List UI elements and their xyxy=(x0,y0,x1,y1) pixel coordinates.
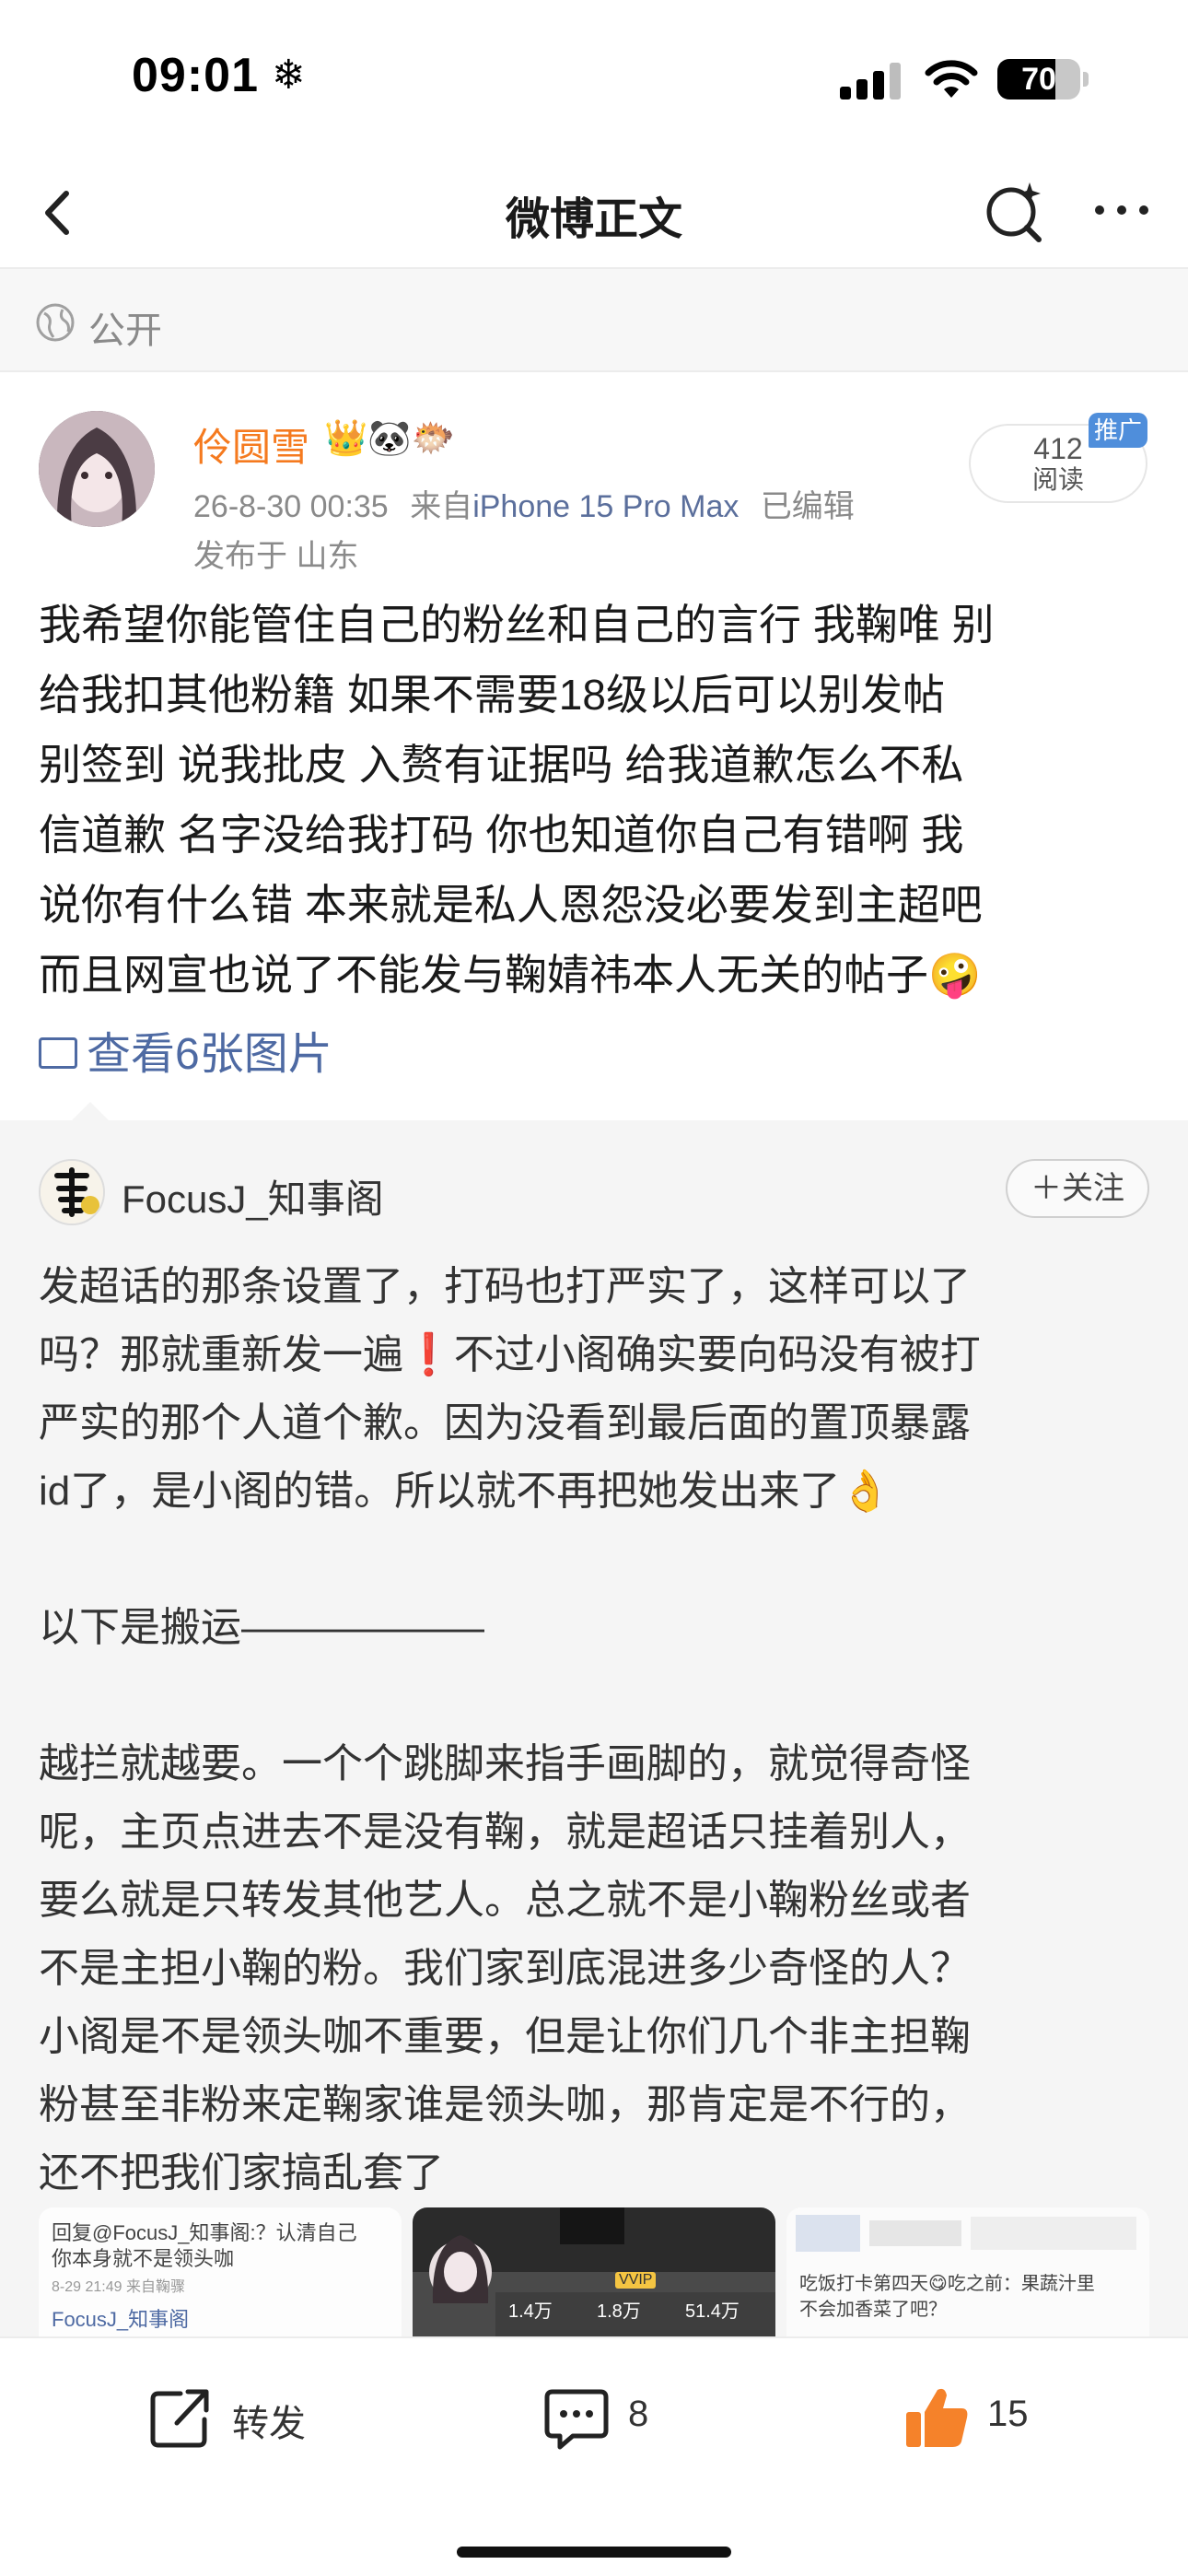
repost-thumbnail-2[interactable]: 1.4万 1.8万 51.4万 VVIP xyxy=(413,2207,775,2336)
author-badges[interactable]: 👑🐼🐡 xyxy=(324,418,455,459)
repost-text: 发超话的那条设置了，打码也打严实了，这样可以了 吗？那就重新发一遍❗️不过小阁确… xyxy=(39,1264,981,2195)
thumb3-blurred-header xyxy=(796,2215,1136,2252)
view-images-link[interactable]: 查看6张图片 xyxy=(39,1017,332,1082)
repost-label: 转发 xyxy=(232,2404,306,2444)
status-bar: 09:01 ❄ 70 xyxy=(0,0,1188,157)
snowflake-icon: ❄ xyxy=(272,53,306,98)
home-indicator[interactable] xyxy=(457,2547,731,2558)
thumb2-stat-3: 51.4万 xyxy=(685,2301,740,2322)
thumb2-stat-2: 1.8万 xyxy=(597,2301,641,2322)
repost-image-strip: 回复@FocusJ_知事阁:？认清自己 你本身就不是领头咖 8-29 21:49… xyxy=(39,2207,1149,2336)
follow-button[interactable]: ＋关注 xyxy=(1006,1159,1149,1218)
panda-badge-icon: 🐼 xyxy=(367,419,412,458)
comment-count: 8 xyxy=(628,2394,649,2434)
like-count: 15 xyxy=(987,2394,1029,2434)
more-dots-icon[interactable] xyxy=(1085,173,1159,247)
repost-card: FocusJ_知事阁 ＋关注 发超话的那条设置了，打码也打严实了，这样可以了 吗… xyxy=(0,1102,1188,2336)
fish-badge-icon: 🐡 xyxy=(411,419,455,458)
battery-percent: 70 xyxy=(1021,62,1056,97)
thumb3-line1: 吃饭打卡第四天😋吃之前：果蔬汁里 xyxy=(799,2274,1095,2294)
share-icon xyxy=(150,2389,209,2448)
post-edited[interactable]: 已编辑 xyxy=(761,489,855,524)
avatar[interactable] xyxy=(39,411,155,527)
promo-badge[interactable]: 推广 xyxy=(1089,413,1147,448)
thumb3-line2: 不会加香菜了吧？ xyxy=(799,2300,947,2320)
thumb2-vip-tag: VVIP xyxy=(615,2272,657,2289)
post-card: 伶圆雪 👑🐼🐡 26-8-30 00:35 来自iPhone 15 Pro Ma… xyxy=(0,372,1188,1120)
repost-author-name[interactable]: FocusJ_知事阁 xyxy=(122,1168,384,1224)
action-bar: 转发 8 15 xyxy=(0,2336,1188,2576)
repost-avatar[interactable] xyxy=(39,1159,105,1225)
battery-icon: 70 xyxy=(997,59,1080,100)
visibility-row: 公开 xyxy=(0,269,1188,372)
author-name[interactable]: 伶圆雪 xyxy=(193,416,309,473)
post-datetime: 26-8-30 00:35 xyxy=(193,489,389,524)
avatar-portrait xyxy=(39,411,155,527)
repost-avatar-logo xyxy=(41,1161,103,1224)
battery-tip xyxy=(1083,72,1089,87)
post-from-prefix: 来自 xyxy=(410,489,473,524)
cellular-signal-icon xyxy=(840,63,903,100)
post-text: 我希望你能管住自己的粉丝和自己的言行 我鞠唯 别 给我扣其他粉籍 如果不需要18… xyxy=(39,601,995,999)
read-count-label: 阅读 xyxy=(1031,465,1084,494)
post-device[interactable]: iPhone 15 Pro Max xyxy=(472,489,739,524)
image-icon xyxy=(39,1037,77,1070)
repost-thumbnail-3[interactable]: 吃饭打卡第四天😋吃之前：果蔬汁里 不会加香菜了吧？ xyxy=(786,2207,1149,2336)
navigation-bar: 微博正文 xyxy=(0,157,1188,269)
wifi-icon xyxy=(925,60,978,98)
comment-button[interactable]: 8 xyxy=(540,2381,705,2454)
post-location: 发布于 山东 xyxy=(193,539,359,574)
search-sparkle-icon[interactable] xyxy=(978,173,1052,247)
comment-icon xyxy=(544,2389,609,2450)
thumb1-line3: FocusJ_知事阁 xyxy=(52,2308,190,2331)
status-time: 09:01 xyxy=(132,49,259,102)
globe-icon xyxy=(36,303,75,342)
thumb1-meta: 8-29 21:49 来自鞠骤 xyxy=(52,2279,185,2295)
repost-thumbnail-1[interactable]: 回复@FocusJ_知事阁:？认清自己 你本身就不是领头咖 8-29 21:49… xyxy=(39,2207,402,2336)
repost-button[interactable]: 转发 xyxy=(144,2381,337,2454)
crown-badge-icon: 👑 xyxy=(324,419,368,458)
thumb2-stat-1: 1.4万 xyxy=(508,2301,553,2322)
post-meta: 26-8-30 00:35 来自iPhone 15 Pro Max 已编辑 xyxy=(193,481,855,526)
repost-notch xyxy=(70,1102,111,1122)
thumb1-line2: 你本身就不是领头咖 xyxy=(52,2247,235,2270)
like-button[interactable]: 15 xyxy=(901,2381,1066,2454)
thumbs-up-icon xyxy=(906,2388,968,2447)
view-images-label: 查看6张图片 xyxy=(87,1030,332,1079)
visibility-label: 公开 xyxy=(88,310,162,351)
